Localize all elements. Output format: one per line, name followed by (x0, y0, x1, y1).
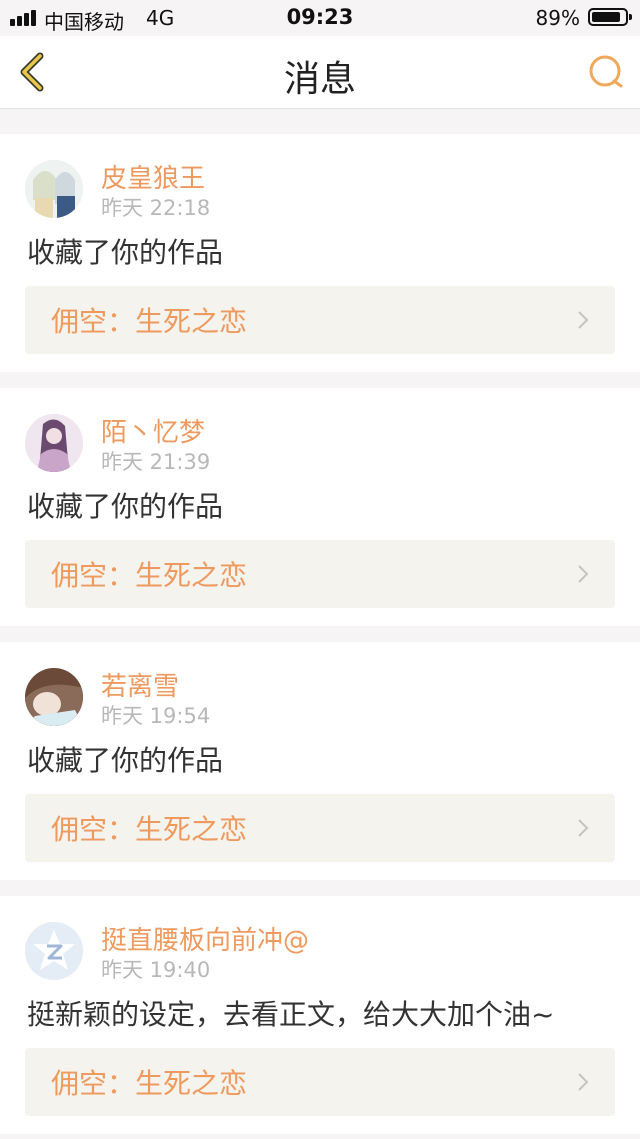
message-time: 昨天 21:39 (101, 450, 211, 474)
default-avatar-icon (25, 922, 83, 980)
avatar[interactable] (25, 160, 83, 218)
status-bar: 中国移动 4G 09:23 89% (0, 0, 640, 36)
work-link[interactable]: 佣空：生死之恋 (25, 1048, 615, 1116)
page-title: 消息 (283, 59, 356, 100)
message-text: 收藏了你的作品 (27, 490, 224, 523)
user-name[interactable]: 挺直腰板向前冲@ (101, 920, 309, 957)
user-name[interactable]: 皮皇狼王 (101, 158, 205, 195)
battery-icon (588, 8, 632, 26)
search-button[interactable] (586, 52, 626, 92)
avatar[interactable] (25, 922, 83, 980)
work-title: 佣空：生死之恋 (51, 305, 248, 338)
chevron-right-icon (578, 1073, 589, 1091)
battery-percent: 89% (535, 6, 580, 30)
chevron-right-icon (578, 819, 589, 837)
avatar[interactable] (25, 668, 83, 726)
nav-bar: 消息 (0, 36, 640, 109)
message-card: 挺直腰板向前冲@ 昨天 19:40 挺新颖的设定，去看正文，给大大加个油~ 佣空… (0, 896, 640, 1134)
message-text: 挺新颖的设定，去看正文，给大大加个油~ (27, 998, 555, 1031)
message-text: 收藏了你的作品 (27, 236, 224, 269)
chevron-right-icon (578, 311, 589, 329)
user-name[interactable]: 若离雪 (101, 666, 179, 703)
message-card: 若离雪 昨天 19:54 收藏了你的作品 佣空：生死之恋 (0, 642, 640, 880)
work-title: 佣空：生死之恋 (51, 559, 248, 592)
work-link[interactable]: 佣空：生死之恋 (25, 286, 615, 354)
message-card: 陌丶忆梦 昨天 21:39 收藏了你的作品 佣空：生死之恋 (0, 388, 640, 626)
message-text: 收藏了你的作品 (27, 744, 224, 777)
work-title: 佣空：生死之恋 (51, 1067, 248, 1100)
message-list: 皮皇狼王 昨天 22:18 收藏了你的作品 佣空：生死之恋 陌丶忆梦 昨天 21… (0, 118, 640, 1134)
search-icon (589, 55, 623, 88)
avatar[interactable] (25, 414, 83, 472)
message-time: 昨天 22:18 (101, 196, 211, 220)
work-link[interactable]: 佣空：生死之恋 (25, 794, 615, 862)
work-link[interactable]: 佣空：生死之恋 (25, 540, 615, 608)
work-title: 佣空：生死之恋 (51, 813, 248, 846)
message-card: 皮皇狼王 昨天 22:18 收藏了你的作品 佣空：生死之恋 (0, 134, 640, 372)
message-time: 昨天 19:54 (101, 704, 211, 728)
chevron-right-icon (578, 565, 589, 583)
user-name[interactable]: 陌丶忆梦 (101, 412, 205, 449)
message-time: 昨天 19:40 (101, 958, 211, 982)
